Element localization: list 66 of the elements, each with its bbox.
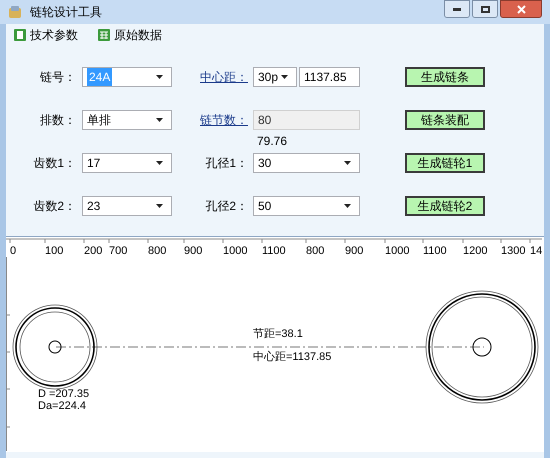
field-label: 齿数2： (32, 198, 76, 215)
field-label: 排数： (39, 112, 76, 129)
ruler-label: 900 (345, 245, 364, 257)
action-button[interactable]: 链条装配 (405, 110, 485, 130)
ruler-label: 0 (10, 245, 16, 257)
field-label: 链号： (39, 69, 76, 86)
ruler-label: 1000 (223, 245, 248, 257)
ruler-label: 700 (109, 245, 128, 257)
caret-icon (344, 161, 351, 165)
ruler-label: 800 (148, 245, 166, 257)
minimize-button[interactable] (444, 0, 470, 18)
action-button[interactable]: 生成链轮2 (405, 196, 485, 216)
caret-icon (156, 118, 163, 122)
dropdown[interactable]: 30p (253, 67, 297, 87)
app-icon (8, 5, 22, 19)
field-label: 齿数1： (32, 155, 76, 172)
diameter-label: D =207.35 (38, 388, 90, 400)
close-button[interactable] (500, 0, 542, 18)
center-distance-label: 中心距=1137.85 (253, 351, 332, 363)
field-link[interactable]: 中心距： (172, 68, 248, 86)
caret-icon (156, 75, 163, 79)
dropdown-value: 单排 (87, 112, 111, 129)
dropdown-value: 30p (258, 69, 278, 86)
dropdown-value: 24A (87, 68, 112, 86)
dropdown-value: 17 (87, 155, 100, 172)
close-icon (516, 4, 526, 14)
tip-diameter-label: Da=224.4 (38, 400, 86, 412)
ruler-label: 1300 (501, 245, 526, 257)
action-button[interactable]: 生成链条 (405, 67, 485, 87)
pitch-label: 节距=38.1 (253, 328, 303, 340)
ruler-label: 1200 (463, 245, 488, 257)
field-label: 孔径2： (204, 198, 248, 215)
ruler-label: 14 (530, 245, 542, 257)
dropdown[interactable]: 23 (82, 196, 172, 216)
field-link[interactable]: 链节数： (172, 111, 248, 129)
ruler-label: 200 (84, 245, 102, 257)
grid-icon (98, 29, 110, 41)
ruler-label: 100 (45, 245, 64, 257)
toolbar-button[interactable]: 技术参数 (14, 26, 78, 44)
dropdown[interactable]: 单排 (82, 110, 172, 130)
dropdown-value: 50 (258, 198, 272, 215)
ruler-label: 1100 (423, 245, 447, 257)
caret-icon (344, 204, 351, 208)
minimize-icon (453, 8, 461, 10)
ruler-label: 1000 (385, 245, 410, 257)
computed-value: 79.76 (257, 133, 288, 150)
caret-icon (156, 204, 163, 208)
ruler-label: 800 (306, 245, 324, 257)
ruler-label: 900 (184, 245, 202, 257)
action-button[interactable]: 生成链轮1 (405, 153, 485, 173)
maximize-icon (480, 6, 490, 12)
dropdown[interactable]: 30 (253, 153, 360, 173)
window-title: 链轮设计工具 (30, 4, 102, 21)
dropdown-value: 30 (258, 155, 272, 172)
input-field[interactable]: 1137.85 (299, 67, 360, 87)
toolbar-button[interactable]: 原始数据 (98, 26, 162, 44)
dropdown-value: 23 (87, 198, 100, 215)
caret-icon (156, 161, 163, 165)
ruler-label: 1100 (262, 245, 286, 257)
caret-icon (281, 75, 288, 79)
readonly-field: 80 (253, 110, 360, 130)
dropdown[interactable]: 17 (82, 153, 172, 173)
field-label: 孔径1： (204, 155, 248, 172)
document-icon (14, 29, 26, 41)
maximize-button[interactable] (472, 0, 498, 18)
dropdown[interactable]: 50 (253, 196, 360, 216)
